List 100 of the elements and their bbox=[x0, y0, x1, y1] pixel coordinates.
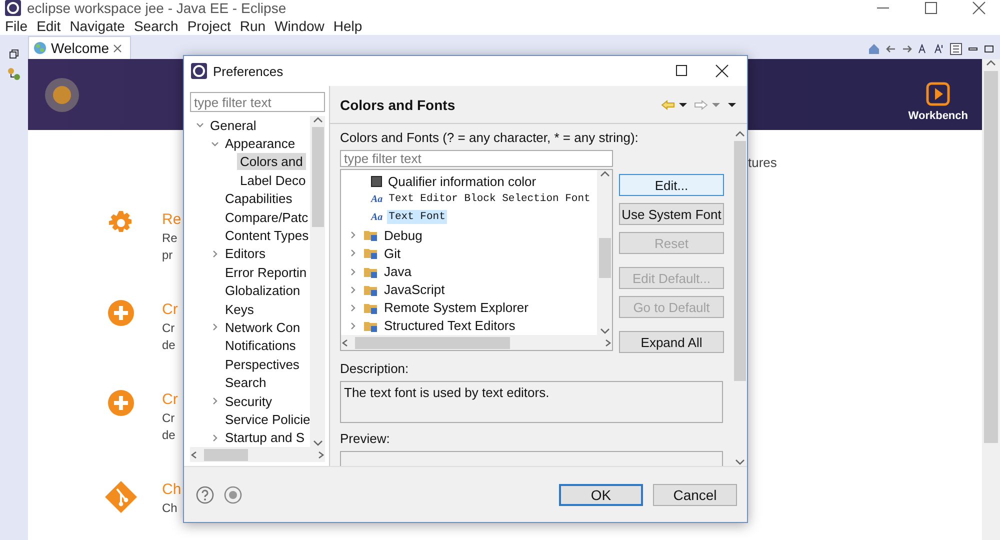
menu-item[interactable]: Edit bbox=[34, 18, 67, 34]
maximize-icon[interactable] bbox=[924, 1, 938, 16]
scroll-up-icon[interactable] bbox=[986, 59, 996, 67]
filter-field[interactable]: type filter text bbox=[190, 92, 325, 112]
expand-chevron-icon[interactable] bbox=[211, 397, 219, 406]
scroll-up-icon[interactable] bbox=[312, 116, 322, 124]
tree-item[interactable]: Colors and bbox=[237, 153, 306, 170]
dialog-button[interactable]: Cancel bbox=[653, 484, 737, 506]
scrollbar-thumb[interactable] bbox=[204, 448, 248, 460]
expand-chevron-icon[interactable] bbox=[349, 268, 357, 276]
menu-item[interactable]: Run bbox=[236, 18, 272, 34]
folder-icon bbox=[364, 320, 378, 332]
scrollbar[interactable] bbox=[982, 59, 1000, 540]
tree-item[interactable]: Qualifier information color bbox=[386, 172, 538, 190]
scrollbar[interactable] bbox=[310, 116, 325, 447]
tree-item[interactable]: Text Font bbox=[386, 210, 448, 224]
tree-item[interactable]: Startup and S bbox=[222, 429, 308, 446]
expand-chevron-icon[interactable] bbox=[349, 231, 357, 240]
filter-label: Colors and Fonts (? = any character, * = any string): bbox=[340, 130, 640, 146]
menu-item[interactable]: Search bbox=[130, 18, 184, 34]
record-icon bbox=[224, 486, 242, 504]
scrollbar-thumb[interactable] bbox=[355, 336, 510, 348]
description-label: Description: bbox=[340, 361, 410, 377]
scroll-up-icon[interactable] bbox=[600, 170, 610, 178]
item-description: de bbox=[162, 427, 176, 444]
scrollbar-thumb[interactable] bbox=[734, 141, 746, 381]
expand-chevron-icon[interactable] bbox=[211, 250, 219, 258]
window-title: eclipse workspace jee - Java EE - Eclipse bbox=[27, 0, 288, 16]
play-icon bbox=[926, 82, 950, 106]
tree-item[interactable]: General bbox=[207, 116, 260, 134]
scroll-down-icon[interactable] bbox=[600, 327, 610, 335]
tree-item[interactable]: Notifications bbox=[222, 337, 299, 354]
forward-arrow-icon[interactable] bbox=[902, 45, 912, 53]
tree-item[interactable]: Security bbox=[222, 392, 275, 410]
dialog-title: Preferences bbox=[213, 64, 284, 78]
tree-item[interactable]: Git bbox=[382, 244, 403, 262]
tree-item[interactable]: Capabilities bbox=[222, 190, 296, 208]
page-title: Colors and Fonts bbox=[340, 96, 456, 112]
close-icon[interactable] bbox=[972, 1, 986, 16]
expand-chevron-icon[interactable] bbox=[211, 434, 219, 442]
collapse-chevron-icon[interactable] bbox=[196, 121, 204, 130]
scroll-down-icon[interactable] bbox=[312, 439, 322, 447]
plus-circle-icon bbox=[108, 300, 134, 326]
tree-item[interactable]: Structured Text Editors bbox=[382, 317, 518, 334]
tree-item[interactable]: Java bbox=[382, 263, 414, 280]
dialog-button[interactable]: OK bbox=[559, 484, 643, 506]
tree-item[interactable]: Perspectives bbox=[222, 356, 302, 373]
tree-item[interactable]: Editors bbox=[222, 245, 268, 262]
tree-item[interactable]: Keys bbox=[222, 300, 257, 318]
menu-item[interactable]: Navigate bbox=[66, 18, 131, 34]
menu-item[interactable]: Project bbox=[184, 18, 237, 34]
scrollbar-thumb[interactable] bbox=[598, 238, 610, 278]
expand-chevron-icon[interactable] bbox=[349, 286, 357, 294]
expand-chevron-icon[interactable] bbox=[349, 322, 357, 330]
tree-item[interactable]: Search bbox=[222, 374, 270, 392]
tree-item[interactable]: Debug bbox=[382, 226, 424, 244]
tree-item[interactable]: Text Editor Block Selection Font bbox=[386, 192, 592, 206]
tree-item[interactable]: Remote System Explorer bbox=[382, 299, 530, 316]
scrollbar[interactable] bbox=[597, 170, 612, 335]
tree-item[interactable]: JavaScript bbox=[382, 281, 447, 298]
tree-item[interactable]: Network Con bbox=[222, 318, 304, 336]
close-icon[interactable] bbox=[715, 64, 729, 78]
scrollbar-thumb[interactable] bbox=[984, 71, 998, 443]
maximize-icon[interactable] bbox=[675, 64, 689, 78]
scrollbar-thumb[interactable] bbox=[312, 127, 324, 227]
action-button[interactable]: Edit... bbox=[619, 174, 724, 196]
scrollbar[interactable] bbox=[732, 130, 747, 466]
back-arrow-icon bbox=[661, 100, 675, 110]
horizontal-scrollbar[interactable] bbox=[341, 335, 612, 350]
collapse-chevron-icon[interactable] bbox=[211, 140, 219, 148]
menu-item[interactable]: File bbox=[2, 18, 34, 34]
scroll-up-icon[interactable] bbox=[734, 130, 744, 138]
tree-item[interactable]: Service Policie bbox=[222, 410, 310, 428]
item-description: tures bbox=[748, 155, 777, 170]
item-description: Re bbox=[162, 230, 178, 247]
maximize-icon bbox=[984, 44, 994, 54]
action-button[interactable]: Expand All bbox=[619, 331, 724, 353]
tree-item[interactable]: Content Types bbox=[222, 227, 310, 244]
tree-item[interactable]: Globalization bbox=[222, 282, 304, 300]
tree-item[interactable]: Label Deco bbox=[237, 172, 309, 189]
item-description: de bbox=[162, 337, 176, 354]
menu-item[interactable]: Window bbox=[272, 18, 330, 34]
tree-item[interactable]: Error Reportin bbox=[222, 264, 310, 281]
expand-chevron-icon[interactable] bbox=[211, 323, 219, 332]
scroll-down-icon[interactable] bbox=[734, 458, 744, 466]
expand-chevron-icon[interactable] bbox=[349, 304, 357, 312]
globe-icon bbox=[33, 41, 47, 55]
tree-item[interactable]: Appearance bbox=[222, 135, 298, 152]
font-larger-icon bbox=[934, 44, 944, 54]
menu-item[interactable]: Help bbox=[330, 18, 368, 34]
editor-tab[interactable]: Welcome bbox=[28, 36, 132, 59]
horizontal-scrollbar[interactable] bbox=[190, 447, 325, 462]
dropdown-icon bbox=[711, 102, 721, 108]
filter-field[interactable]: type filter text bbox=[340, 150, 613, 167]
action-button[interactable]: Use System Font bbox=[619, 203, 724, 225]
expand-chevron-icon[interactable] bbox=[349, 249, 357, 258]
back-arrow-icon[interactable] bbox=[886, 45, 896, 53]
workbench-label[interactable]: Workbench bbox=[908, 110, 968, 122]
tree-item[interactable]: Compare/Patc bbox=[222, 208, 310, 226]
forward-arrow-icon bbox=[694, 100, 708, 110]
